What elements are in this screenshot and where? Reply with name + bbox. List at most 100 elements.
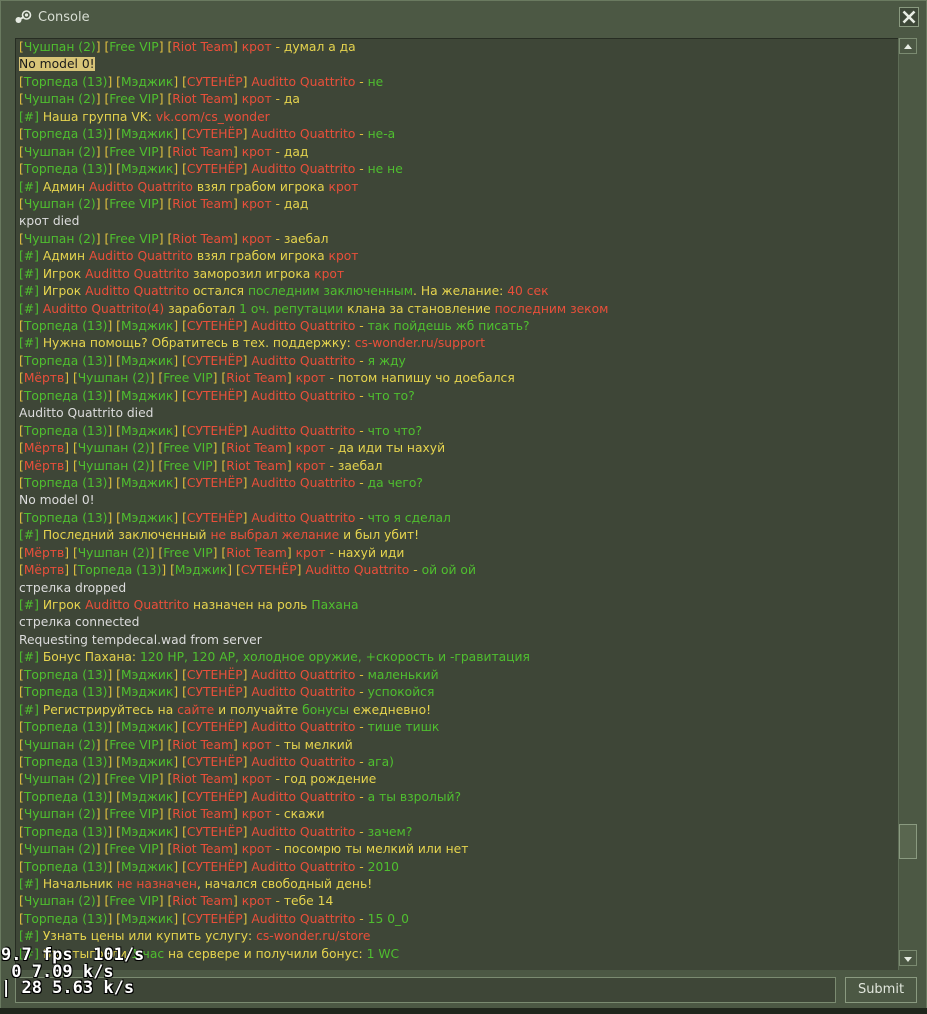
console-text-segment: Auditto Quattrito	[251, 388, 356, 403]
close-button[interactable]	[899, 7, 919, 27]
console-text-segment: [#]	[19, 109, 43, 124]
console-line: [Торпеда (13)] [Мэджик] [СУТЕНЁР] Auditt…	[19, 789, 898, 806]
console-text-segment: [#]	[19, 266, 43, 281]
console-text-segment: Мэджик	[120, 388, 174, 403]
console-line: [#] Начальник не назначен, начался свобо…	[19, 876, 898, 893]
console-text-segment: Riot Team	[172, 737, 233, 752]
console-line: [Торпеда (13)] [Мэджик] [СУТЕНЁР] Auditt…	[19, 859, 898, 876]
console-text-segment: -	[355, 911, 368, 926]
console-text-segment: СУТЕНЁР	[186, 353, 243, 368]
console-text-segment: я жду	[367, 353, 406, 368]
title-bar[interactable]: Console	[1, 1, 926, 33]
console-text-segment: -	[355, 475, 368, 490]
console-text-segment: Чушпан (2)	[23, 144, 96, 159]
vertical-scrollbar[interactable]	[898, 38, 917, 970]
console-text-segment: cs-wonder.ru/store	[256, 929, 371, 944]
console-text-segment: СУТЕНЁР	[186, 859, 243, 874]
console-text-segment: Auditto Quattrito	[251, 754, 356, 769]
console-text-segment: Auditto Quattrito	[88, 179, 193, 194]
console-text-segment: -	[325, 545, 338, 560]
console-text-segment: клана за становление	[343, 301, 495, 316]
console-text-segment: ]	[173, 859, 183, 874]
console-text-segment: Мэджик	[120, 162, 174, 177]
console-line: [Торпеда (13)] [Мэджик] [СУТЕНЁР] Auditt…	[19, 510, 898, 527]
console-text-segment: Riot Team	[172, 40, 233, 54]
console-text-segment: Riot Team	[172, 92, 233, 107]
console-text-segment: крот	[295, 441, 326, 456]
console-text-segment: заморозил игрока	[189, 266, 315, 281]
console-text-segment: Мёртв	[23, 458, 65, 473]
console-line: [Торпеда (13)] [Мэджик] [СУТЕНЁР] Auditt…	[19, 74, 898, 91]
console-text-segment: да иди ты нахуй	[337, 441, 446, 456]
console-text-segment: Чушпан (2)	[77, 371, 150, 386]
console-text-segment: заработал	[164, 301, 240, 316]
console-line: No model 0!	[19, 56, 898, 73]
console-line: [Торпеда (13)] [Мэджик] [СУТЕНЁР] Auditt…	[19, 684, 898, 701]
console-text-segment: Торпеда (13)	[23, 127, 108, 142]
console-text-segment: последним зеком	[494, 301, 609, 316]
submit-button[interactable]: Submit	[845, 977, 917, 1003]
console-text-segment: Чушпан (2)	[77, 545, 150, 560]
console-text-segment: ]	[173, 162, 183, 177]
console-text-segment: Auditto Quattrito	[251, 423, 356, 438]
console-line: [Торпеда (13)] [Мэджик] [СУТЕНЁР] Auditt…	[19, 388, 898, 405]
console-text-segment: и был убит!	[339, 528, 420, 543]
console-text-segment: Free VIP	[109, 92, 159, 107]
console-text-segment: Auditto Quattrito	[251, 74, 356, 89]
console-text-segment: ]	[107, 510, 117, 525]
command-input[interactable]	[15, 977, 836, 1003]
console-text-segment: ежедневно!	[349, 702, 432, 717]
console-text-segment: Мэджик	[120, 911, 174, 926]
console-text-segment: тише тишк	[367, 720, 440, 735]
console-line: [Чушпан (2)] [Free VIP] [Riot Team] крот…	[19, 231, 898, 248]
console-text-segment: ]	[107, 859, 117, 874]
console-text-segment: Requesting tempdecal.wad from server	[19, 632, 262, 647]
console-text-segment: СУТЕНЁР	[186, 667, 243, 682]
scroll-thumb[interactable]	[899, 824, 917, 859]
console-line: [#] Наша группа VK: vk.com/cs_wonder	[19, 109, 898, 126]
window-title: Console	[38, 10, 90, 25]
console-text-segment: [#]	[19, 528, 43, 543]
console-text-segment: да	[283, 92, 300, 107]
console-text-segment: Чушпан (2)	[23, 842, 96, 857]
console-text-segment: Торпеда (13)	[23, 685, 108, 700]
console-text-segment: -	[271, 196, 284, 211]
console-output[interactable]: [Чушпан (2)] [Free VIP] [Riot Team] крот…	[15, 38, 898, 970]
console-text-segment: ой ой ой	[421, 563, 476, 578]
console-line: [Чушпан (2)] [Free VIP] [Riot Team] крот…	[19, 841, 898, 858]
console-text-segment: Мэджик	[120, 720, 174, 735]
console-text-segment: СУТЕНЁР	[186, 162, 243, 177]
console-text-segment: посомрю ты мелкий или нет	[283, 842, 469, 857]
console-line: [Торпеда (13)] [Мэджик] [СУТЕНЁР] Auditt…	[19, 911, 898, 928]
console-text-segment: Чушпан (2)	[23, 807, 96, 822]
console-line: [#] Бонус Пахана: 120 HP, 120 AP, холодн…	[19, 649, 898, 666]
console-text-segment: Торпеда (13)	[23, 824, 108, 839]
console-text-segment: ]	[107, 824, 117, 839]
console-line: [Торпеда (13)] [Мэджик] [СУТЕНЁР] Auditt…	[19, 161, 898, 178]
console-text-segment: -	[355, 162, 368, 177]
console-text-segment: ]	[107, 74, 117, 89]
console-text-segment: крот	[241, 894, 272, 909]
console-line: [Торпеда (13)] [Мэджик] [СУТЕНЁР] Auditt…	[19, 719, 898, 736]
console-text-segment: Чушпан (2)	[77, 441, 150, 456]
console-text-segment: -	[355, 824, 368, 839]
scroll-up-button[interactable]	[899, 38, 917, 54]
console-text-segment: -	[355, 127, 368, 142]
console-text-segment: крот	[241, 737, 272, 752]
console-text-segment: СУТЕНЁР	[186, 319, 243, 333]
console-text-segment: дад	[283, 144, 309, 159]
console-text-segment: -	[355, 423, 368, 438]
console-line: [Мёртв] [Чушпан (2)] [Free VIP] [Riot Te…	[19, 370, 898, 387]
console-text-segment: ]	[107, 162, 117, 177]
console-text-segment: ]	[107, 667, 117, 682]
console-text-segment: Торпеда (13)	[23, 789, 108, 804]
console-text-segment: ]	[173, 510, 183, 525]
console-text-segment: крот	[241, 40, 272, 54]
console-text-segment: крот	[328, 179, 359, 194]
console-text-segment: Наша группа VK:	[42, 109, 156, 124]
arrow-down-icon	[904, 957, 912, 962]
console-line: [Мёртв] [Чушпан (2)] [Free VIP] [Riot Te…	[19, 458, 898, 475]
console-text-segment: Free VIP	[109, 842, 159, 857]
console-text-segment: ]	[173, 720, 183, 735]
scroll-down-button[interactable]	[899, 950, 917, 966]
